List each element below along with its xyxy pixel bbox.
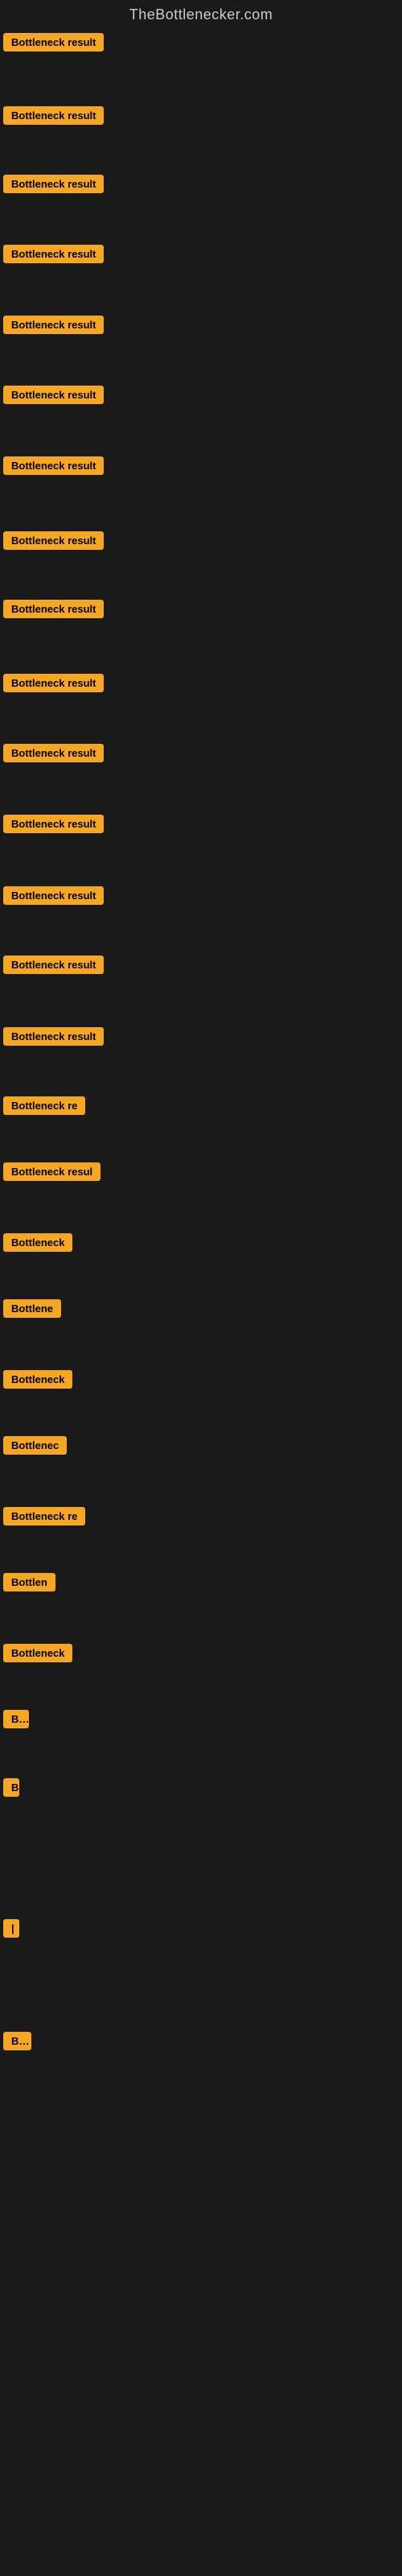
bottleneck-badge-19[interactable]: Bottlene — [3, 1299, 61, 1318]
bottleneck-badge-20[interactable]: Bottleneck — [3, 1370, 72, 1389]
bottleneck-item-17: Bottleneck resul — [3, 1162, 100, 1185]
bottleneck-badge-9[interactable]: Bottleneck result — [3, 600, 104, 618]
bottleneck-item-22: Bottleneck re — [3, 1507, 85, 1530]
bottleneck-item-18: Bottleneck — [3, 1233, 72, 1256]
bottleneck-badge-18[interactable]: Bottleneck — [3, 1233, 72, 1252]
bottleneck-badge-26[interactable]: B — [3, 1778, 19, 1797]
bottleneck-badge-13[interactable]: Bottleneck result — [3, 886, 104, 905]
bottleneck-item-8: Bottleneck result — [3, 531, 104, 554]
bottleneck-badge-5[interactable]: Bottleneck result — [3, 316, 104, 334]
bottleneck-badge-7[interactable]: Bottleneck result — [3, 456, 104, 475]
site-title: TheBottlenecker.com — [0, 0, 402, 33]
bottleneck-item-16: Bottleneck re — [3, 1096, 85, 1119]
bottleneck-item-21: Bottlenec — [3, 1436, 67, 1459]
bottleneck-item-25: Bo — [3, 1710, 29, 1732]
bottleneck-item-2: Bottleneck result — [3, 106, 104, 129]
bottleneck-item-3: Bottleneck result — [3, 175, 104, 197]
bottleneck-item-7: Bottleneck result — [3, 456, 104, 479]
bottleneck-badge-22[interactable]: Bottleneck re — [3, 1507, 85, 1525]
bottleneck-badge-24[interactable]: Bottleneck — [3, 1644, 72, 1662]
bottleneck-badge-12[interactable]: Bottleneck result — [3, 815, 104, 833]
bottleneck-badge-10[interactable]: Bottleneck result — [3, 674, 104, 692]
bottleneck-item-1: Bottleneck result — [3, 33, 104, 56]
bottleneck-badge-15[interactable]: Bottleneck result — [3, 1027, 104, 1046]
bottleneck-item-5: Bottleneck result — [3, 316, 104, 338]
bottleneck-badge-14[interactable]: Bottleneck result — [3, 956, 104, 974]
bottleneck-item-24: Bottleneck — [3, 1644, 72, 1666]
bottleneck-item-12: Bottleneck result — [3, 815, 104, 837]
bottleneck-item-15: Bottleneck result — [3, 1027, 104, 1050]
bottleneck-badge-25[interactable]: Bo — [3, 1710, 29, 1728]
bottleneck-badge-16[interactable]: Bottleneck re — [3, 1096, 85, 1115]
bottleneck-item-26: B — [3, 1778, 19, 1801]
bottleneck-item-11: Bottleneck result — [3, 744, 104, 766]
bottleneck-badge-11[interactable]: Bottleneck result — [3, 744, 104, 762]
bottleneck-item-23: Bottlen — [3, 1573, 55, 1596]
bottleneck-item-27: | — [3, 1919, 19, 1942]
bottleneck-badge-28[interactable]: Bot — [3, 2032, 31, 2050]
bottleneck-item-19: Bottlene — [3, 1299, 61, 1322]
bottleneck-badge-2[interactable]: Bottleneck result — [3, 106, 104, 125]
bottleneck-badge-27[interactable]: | — [3, 1919, 19, 1938]
bottleneck-item-13: Bottleneck result — [3, 886, 104, 909]
bottleneck-badge-3[interactable]: Bottleneck result — [3, 175, 104, 193]
bottleneck-item-20: Bottleneck — [3, 1370, 72, 1393]
bottleneck-badge-21[interactable]: Bottlenec — [3, 1436, 67, 1455]
bottleneck-item-28: Bot — [3, 2032, 31, 2054]
bottleneck-badge-8[interactable]: Bottleneck result — [3, 531, 104, 550]
bottleneck-badge-6[interactable]: Bottleneck result — [3, 386, 104, 404]
bottleneck-badge-17[interactable]: Bottleneck resul — [3, 1162, 100, 1181]
bottleneck-item-10: Bottleneck result — [3, 674, 104, 696]
bottleneck-item-9: Bottleneck result — [3, 600, 104, 622]
bottleneck-item-14: Bottleneck result — [3, 956, 104, 978]
bottleneck-item-4: Bottleneck result — [3, 245, 104, 267]
bottleneck-item-6: Bottleneck result — [3, 386, 104, 408]
bottleneck-badge-23[interactable]: Bottlen — [3, 1573, 55, 1591]
bottleneck-badge-1[interactable]: Bottleneck result — [3, 33, 104, 52]
bottleneck-badge-4[interactable]: Bottleneck result — [3, 245, 104, 263]
